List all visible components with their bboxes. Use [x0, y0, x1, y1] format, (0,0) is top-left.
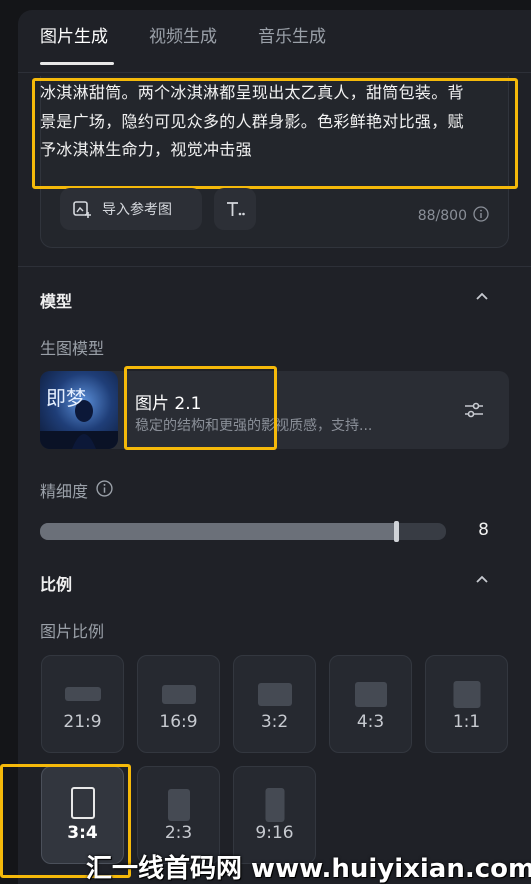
ratio-shape-icon — [167, 789, 190, 821]
model-thumbnail: 即梦 — [40, 371, 118, 449]
ratio-label: 16:9 — [159, 712, 198, 732]
ratio-option-4-3[interactable]: 4:3 — [329, 655, 412, 753]
sliders-icon[interactable] — [463, 399, 485, 425]
ratio-option-16-9[interactable]: 16:9 — [137, 655, 220, 753]
ratio-shape-icon — [265, 788, 284, 822]
detail-value: 8 — [478, 520, 489, 540]
ratio-label: 9:16 — [255, 823, 294, 843]
tab-video-generation[interactable]: 视频生成 — [149, 22, 217, 47]
ratio-sub-label: 图片比例 — [40, 622, 105, 641]
chevron-up-icon[interactable] — [475, 290, 489, 304]
tab-image-generation[interactable]: 图片生成 — [40, 22, 108, 47]
prompt-textarea[interactable]: 冰淇淋甜筒。两个冰淇淋都呈现出太乙真人，甜筒包装。背景是广场，隐约可见众多的人群… — [40, 79, 480, 165]
ratio-option-3-2[interactable]: 3:2 — [233, 655, 316, 753]
ratio-label: 21:9 — [63, 712, 102, 732]
image-plus-icon — [72, 199, 92, 219]
info-icon[interactable] — [96, 479, 113, 501]
detail-slider[interactable] — [40, 521, 446, 542]
detail-label-row: 精细度 — [40, 478, 113, 502]
counter-text: 88/800 — [417, 208, 467, 224]
model-selector-card[interactable]: 即梦 图片 2.1 稳定的结构和更强的影视质感，支持... — [40, 371, 509, 449]
tab-music-generation[interactable]: 音乐生成 — [258, 22, 326, 47]
ratio-shape-icon — [161, 684, 196, 704]
text-style-icon — [224, 199, 246, 219]
ratio-shape-icon — [354, 681, 387, 707]
model-section-title: 模型 — [40, 292, 73, 311]
svg-text:即梦: 即梦 — [46, 386, 86, 410]
detail-slider-thumb[interactable] — [394, 521, 399, 542]
ratio-shape-icon — [257, 682, 292, 706]
ratio-shape-icon — [64, 687, 101, 701]
model-sub-label: 生图模型 — [40, 339, 105, 358]
detail-slider-fill — [40, 523, 397, 540]
ratio-option-1-1[interactable]: 1:1 — [425, 655, 508, 753]
model-thumbnail-art: 即梦 — [40, 386, 118, 449]
model-name: 图片 2.1 — [135, 394, 202, 414]
ratio-section-title: 比例 — [40, 575, 73, 594]
ratio-label: 1:1 — [452, 712, 481, 732]
ratio-label: 3:4 — [67, 823, 98, 843]
watermark-text: 汇一线首码网 www.huiyixian.com — [86, 854, 531, 884]
character-counter: 88/800 — [418, 206, 489, 226]
text-style-button[interactable] — [214, 188, 256, 230]
ratio-shape-icon — [70, 787, 95, 819]
ratio-shape-icon — [453, 680, 480, 708]
ratio-option-21-9[interactable]: 21:9 — [41, 655, 124, 753]
ratio-label: 3:2 — [260, 712, 289, 732]
info-icon[interactable] — [473, 206, 489, 226]
active-tab-indicator — [40, 62, 114, 65]
ratio-label: 2:3 — [164, 823, 193, 843]
import-reference-button[interactable]: 导入参考图 — [60, 188, 202, 230]
tabs-divider — [18, 72, 531, 73]
chevron-up-icon[interactable] — [475, 573, 489, 587]
ratio-label: 4:3 — [356, 712, 385, 732]
detail-label: 精细度 — [40, 482, 89, 501]
import-reference-label: 导入参考图 — [102, 202, 172, 218]
section-divider — [18, 266, 531, 267]
watermark: 汇一线首码网 www.huiyixian.com — [0, 844, 531, 884]
model-description: 稳定的结构和更强的影视质感，支持... — [135, 418, 373, 434]
